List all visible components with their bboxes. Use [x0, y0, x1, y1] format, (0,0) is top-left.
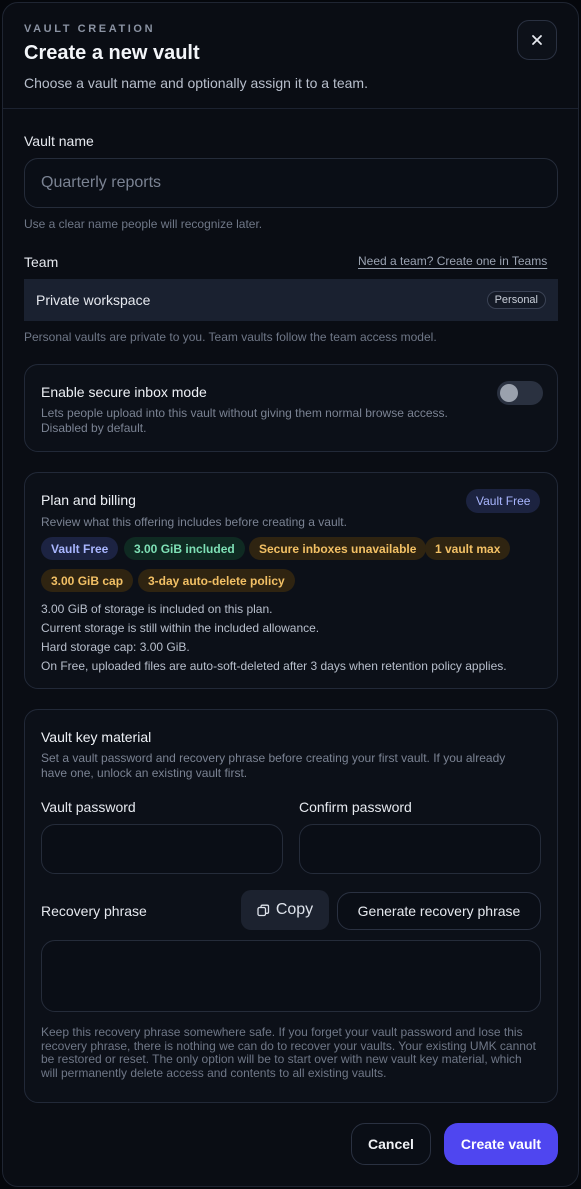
plan-detail-line: Hard storage cap: 3.00 GiB. — [41, 640, 190, 654]
copy-button-label: Copy — [275, 901, 314, 918]
secure-inbox-description-1: Lets people upload into this vault witho… — [41, 406, 448, 420]
plan-pill: Secure inboxes unavailable — [249, 537, 427, 560]
recovery-phrase-label: Recovery phrase — [41, 903, 147, 919]
plan-billing-card: Plan and billing Vault Free Review what … — [24, 472, 558, 689]
vault-name-label: Vault name — [24, 133, 94, 149]
secure-inbox-title: Enable secure inbox mode — [41, 384, 207, 400]
plan-pill: 3-day auto-delete policy — [138, 569, 295, 592]
close-button[interactable] — [517, 20, 557, 60]
plan-pill: 3.00 GiB cap — [41, 569, 134, 592]
plan-title: Plan and billing — [41, 492, 136, 508]
modal-subtitle: Choose a vault name and optionally assig… — [24, 75, 368, 91]
modal-title: Create a new vault — [24, 42, 200, 64]
create-vault-modal: VAULT CREATION Create a new vault Choose… — [2, 2, 579, 1187]
create-team-link[interactable]: Need a team? Create one in Teams — [358, 254, 547, 268]
team-help: Personal vaults are private to you. Team… — [24, 330, 437, 344]
copy-icon — [257, 904, 269, 916]
vault-name-input[interactable] — [24, 158, 558, 208]
copy-button[interactable]: Copy — [241, 890, 329, 930]
plan-pill: 1 vault max — [425, 537, 511, 560]
recovery-warning: Keep this recovery phrase somewhere safe… — [41, 1025, 536, 1080]
vault-password-input[interactable] — [41, 824, 283, 874]
secure-inbox-description-2: Disabled by default. — [41, 421, 147, 435]
vault-password-label: Vault password — [41, 799, 136, 815]
team-select[interactable]: Private workspace Personal — [24, 279, 558, 321]
team-select-value: Private workspace — [36, 292, 151, 308]
secure-inbox-toggle[interactable] — [497, 381, 543, 405]
team-label: Team — [24, 254, 59, 270]
plan-detail-line: On Free, uploaded files are auto-soft-de… — [41, 659, 507, 673]
create-vault-button[interactable]: Create vault — [444, 1123, 558, 1165]
plan-detail-line: Current storage is still within the incl… — [41, 621, 320, 635]
plan-detail-line: 3.00 GiB of storage is included on this … — [41, 602, 273, 616]
key-material-description-1: Set a vault password and recovery phrase… — [41, 751, 506, 765]
secure-inbox-card: Enable secure inbox mode Lets people upl… — [24, 364, 558, 452]
close-icon — [532, 35, 542, 45]
confirm-password-input[interactable] — [299, 824, 541, 874]
plan-badge: Vault Free — [466, 489, 541, 513]
modal-eyebrow: VAULT CREATION — [24, 23, 156, 35]
plan-pill: Vault Free — [41, 537, 119, 560]
key-material-description-2: have one, unlock an existing vault first… — [41, 766, 248, 780]
modal-header: VAULT CREATION Create a new vault Choose… — [3, 3, 578, 109]
recovery-phrase-textarea[interactable] — [41, 940, 541, 1012]
team-type-badge: Personal — [486, 291, 546, 309]
plan-pill: 3.00 GiB included — [124, 537, 245, 560]
key-material-card: Vault key material Set a vault password … — [24, 709, 558, 1103]
plan-description: Review what this offering includes befor… — [41, 515, 347, 529]
cancel-button[interactable]: Cancel — [351, 1123, 431, 1165]
key-material-title: Vault key material — [41, 729, 152, 745]
vault-name-help: Use a clear name people will recognize l… — [24, 217, 263, 231]
generate-recovery-phrase-button[interactable]: Generate recovery phrase — [337, 892, 541, 930]
toggle-knob — [500, 384, 518, 402]
confirm-password-label: Confirm password — [299, 799, 412, 815]
